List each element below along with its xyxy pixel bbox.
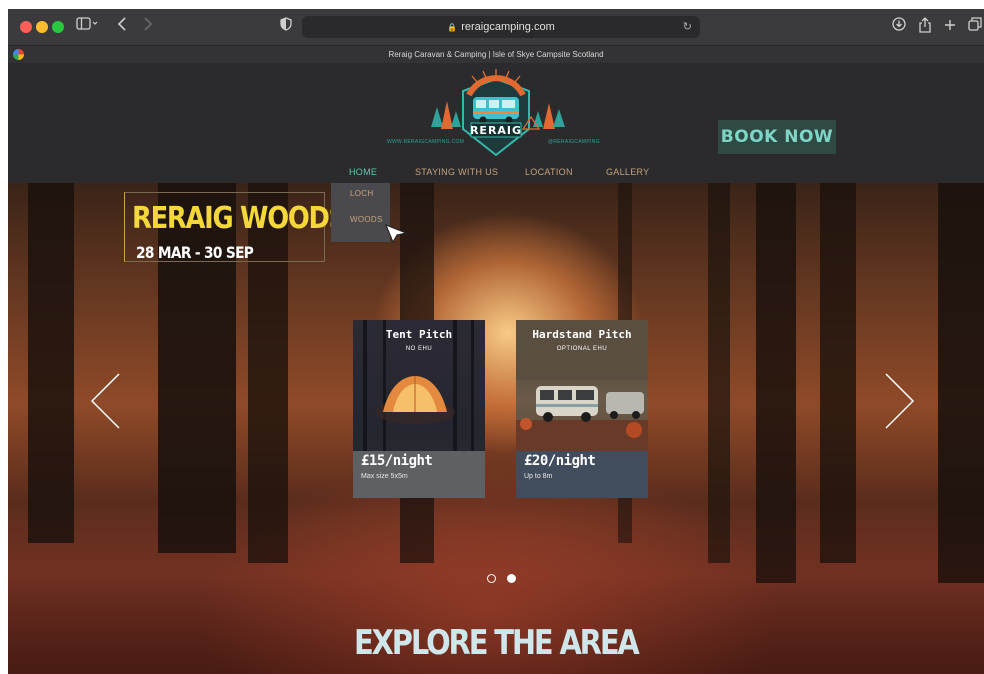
mouse-cursor-icon [384, 223, 408, 248]
previous-slide-arrow-icon[interactable] [90, 373, 122, 429]
card-subtitle: OPTIONAL EHU [556, 346, 608, 352]
card-price: £20/night [524, 453, 596, 469]
tabs-overview-icon[interactable] [966, 17, 984, 37]
hardstand-pitch-card[interactable]: Hardstand Pitch OPTIONAL EHU £20/night U… [516, 320, 648, 498]
minimize-window-button[interactable] [36, 21, 48, 33]
card-title: Hardstand Pitch [532, 328, 632, 341]
back-icon[interactable] [114, 17, 130, 37]
new-tab-icon[interactable] [942, 17, 958, 37]
slide-dot-1[interactable] [487, 574, 496, 583]
site-logo[interactable]: RERAIG WWW.RERAIGCAMPING.COM @RERAIGCAMP… [383, 67, 608, 163]
card-note: Up to 8m [524, 473, 553, 480]
share-icon[interactable] [916, 17, 934, 37]
url-text: 🔒 reraigcamping.com [302, 16, 700, 38]
hero-slider: RERAIG WOODS 28 MAR - 30 SEP LOCH WOODS [8, 183, 984, 674]
tent-pitch-card[interactable]: Tent Pitch NO EHU £15/night Max size 5x5… [353, 320, 485, 498]
sidebar-icon[interactable] [74, 17, 100, 37]
hero-season-dates: 28 MAR - 30 SEP [136, 243, 254, 262]
nav-item-location[interactable]: LOCATION [525, 167, 573, 177]
explore-heading-text: EXPLORE THE AREA [354, 623, 640, 663]
nav-item-home[interactable]: HOME [349, 167, 377, 177]
download-icon[interactable] [890, 17, 908, 37]
tree-trunk [708, 183, 730, 563]
dropdown-item-woods[interactable]: WOODS [350, 215, 383, 224]
card-note: Max size 5x5m [361, 473, 408, 480]
home-dropdown-menu: LOCH WOODS [331, 183, 390, 242]
nav-item-staying-with-us[interactable]: STAYING WITH US [415, 167, 498, 177]
url-value: reraigcamping.com [461, 21, 555, 33]
hero-title: RERAIG WOODS [132, 201, 347, 236]
tree-trunk [28, 183, 74, 543]
card-title: Tent Pitch [385, 328, 453, 341]
card-subtitle: NO EHU [405, 346, 433, 352]
logo-wordmark: RERAIG [470, 124, 522, 137]
card-footer: £20/night Up to 8m [516, 451, 648, 498]
next-slide-arrow-icon[interactable] [883, 373, 915, 429]
shield-icon[interactable] [278, 17, 294, 37]
close-window-button[interactable] [20, 21, 32, 33]
address-bar[interactable]: 🔒 reraigcamping.com ↻ [302, 16, 700, 38]
main-nav: HOME STAYING WITH US LOCATION GALLERY [8, 163, 984, 183]
logo-social-text: @RERAIGCAMPING [548, 139, 600, 145]
logo-website-text: WWW.RERAIGCAMPING.COM [387, 139, 465, 145]
book-now-button[interactable]: BOOK NOW [718, 120, 836, 154]
browser-window: 🔒 reraigcamping.com ↻ Reraig Caravan & Ca… [8, 9, 984, 674]
card-footer: £15/night Max size 5x5m [353, 451, 485, 498]
zoom-window-button[interactable] [52, 21, 64, 33]
dropdown-item-loch[interactable]: LOCH [350, 189, 373, 198]
explore-heading[interactable]: EXPLORE THE AREA [8, 623, 984, 663]
browser-toolbar: 🔒 reraigcamping.com ↻ [8, 9, 984, 45]
active-tab[interactable]: Reraig Caravan & Camping | Isle of Skye … [8, 46, 984, 64]
nav-item-gallery[interactable]: GALLERY [606, 167, 649, 177]
card-price: £15/night [361, 453, 433, 469]
lock-icon: 🔒 [447, 23, 458, 32]
tab-bar: Reraig Caravan & Camping | Isle of Skye … [8, 45, 984, 63]
campervan-logo-icon: RERAIG [431, 69, 565, 157]
forward-icon[interactable] [140, 17, 156, 37]
slide-dot-2-active[interactable] [507, 574, 516, 583]
reload-icon[interactable]: ↻ [683, 16, 692, 38]
tree-trunk [820, 183, 856, 563]
